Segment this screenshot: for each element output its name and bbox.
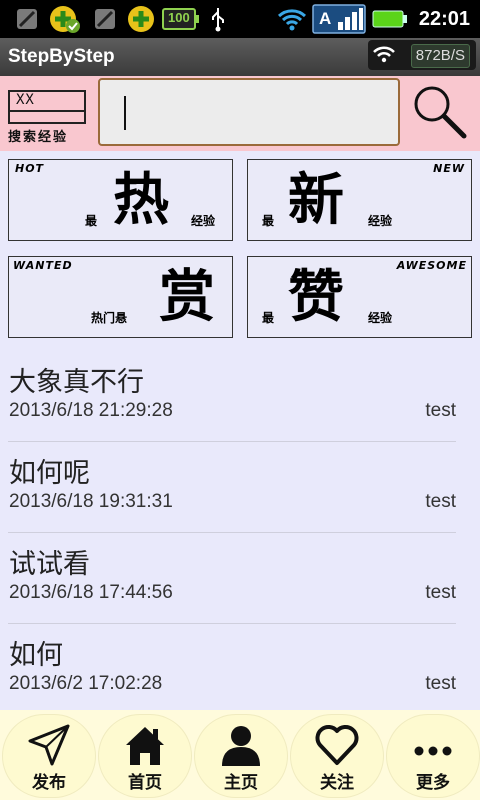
- battery-level-text: 100: [168, 10, 190, 25]
- search-bar: XX 搜索经验: [0, 76, 480, 151]
- network-rate: 872B/S: [410, 44, 470, 68]
- card-icon: XX: [8, 90, 86, 124]
- post-list: 大象真不行 2013/6/18 21:29:28 test 如何呢 2013/6…: [0, 352, 480, 716]
- signal-label: A: [319, 9, 332, 28]
- text-cursor: [124, 96, 126, 130]
- search-logo: XX 搜索经验: [6, 88, 90, 145]
- no-sim-icon: [92, 5, 118, 33]
- nav-more[interactable]: 更多: [386, 714, 480, 798]
- person-icon: [194, 722, 288, 768]
- more-icon: [386, 722, 480, 768]
- list-item[interactable]: 大象真不行 2013/6/18 21:29:28 test: [0, 352, 480, 443]
- nav-publish[interactable]: 发布: [2, 714, 96, 798]
- tile-big-char: 赏: [159, 265, 215, 330]
- bottom-navigation: 发布 首页 主页 关注 更多: [0, 710, 480, 800]
- app-title-bar: StepByStep 872B/S: [0, 38, 480, 76]
- signal-icon: A: [312, 4, 366, 34]
- logo-text: XX: [16, 92, 35, 108]
- home-icon: [98, 722, 192, 768]
- post-date: 2013/6/18 17:44:56: [9, 582, 173, 603]
- divider: [8, 441, 456, 442]
- divider: [8, 532, 456, 533]
- usb-icon: [206, 5, 230, 33]
- list-item[interactable]: 如何呢 2013/6/18 19:31:31 test: [0, 443, 480, 534]
- nav-label: 主页: [224, 773, 258, 793]
- post-date: 2013/6/18 19:31:31: [9, 491, 173, 512]
- post-author: test: [425, 400, 456, 421]
- tile-suffix: 经验: [191, 214, 216, 228]
- network-speed-indicator: 872B/S: [368, 40, 476, 70]
- tile-hot[interactable]: HOT 最 热 经验: [8, 159, 233, 241]
- search-input[interactable]: [98, 78, 400, 146]
- tile-tag: NEW: [433, 162, 465, 175]
- tile-tag: WANTED: [13, 259, 73, 272]
- status-bar: 100 A 22:01: [0, 0, 480, 38]
- divider: [8, 623, 456, 624]
- app-title: StepByStep: [8, 46, 115, 67]
- list-item[interactable]: 试试看 2013/6/18 17:44:56 test: [0, 534, 480, 625]
- clock: 22:01: [418, 8, 470, 30]
- tile-big-char: 新: [288, 168, 344, 233]
- search-icon: [408, 86, 470, 146]
- tile-wanted[interactable]: WANTED 热门悬 赏: [8, 256, 233, 338]
- tile-big-char: 赞: [288, 265, 344, 330]
- post-title: 如何: [9, 640, 63, 671]
- app-update-icon: [46, 5, 82, 33]
- heart-icon: [290, 722, 384, 768]
- send-icon: [2, 722, 96, 768]
- tile-prefix: 热门悬: [91, 311, 128, 325]
- tile-big-char: 热: [113, 168, 169, 233]
- nav-label: 更多: [416, 773, 450, 793]
- search-logo-label: 搜索经验: [8, 130, 69, 145]
- post-title: 如何呢: [9, 458, 90, 489]
- post-author: test: [425, 491, 456, 512]
- nav-profile[interactable]: 主页: [194, 714, 288, 798]
- post-author: test: [425, 582, 456, 603]
- nav-home[interactable]: 首页: [98, 714, 192, 798]
- battery-icon: [372, 5, 408, 33]
- tile-awesome[interactable]: AWESOME 最 赞 经验: [247, 256, 472, 338]
- tile-suffix: 经验: [368, 311, 393, 325]
- list-item[interactable]: 如何 2013/6/2 17:02:28 test: [0, 625, 480, 716]
- nav-label: 发布: [32, 773, 66, 793]
- nav-label: 关注: [320, 773, 354, 793]
- wifi-icon: [372, 44, 396, 68]
- search-button[interactable]: [408, 82, 474, 144]
- tile-tag: AWESOME: [396, 259, 467, 272]
- tile-suffix: 经验: [368, 214, 393, 228]
- post-title: 试试看: [9, 549, 90, 580]
- wifi-icon: [276, 5, 308, 33]
- post-date: 2013/6/18 21:29:28: [9, 400, 173, 421]
- nav-label: 首页: [128, 773, 162, 793]
- tile-new[interactable]: NEW 最 新 经验: [247, 159, 472, 241]
- tile-prefix: 最: [262, 311, 275, 325]
- add-icon: [124, 5, 158, 33]
- battery-100-icon: 100: [162, 5, 200, 33]
- tile-prefix: 最: [85, 214, 98, 228]
- post-author: test: [425, 673, 456, 694]
- post-title: 大象真不行: [9, 367, 144, 398]
- post-date: 2013/6/2 17:02:28: [9, 673, 163, 694]
- no-sim-icon: [14, 5, 40, 33]
- tile-tag: HOT: [15, 162, 45, 175]
- tile-prefix: 最: [262, 214, 275, 228]
- nav-follow[interactable]: 关注: [290, 714, 384, 798]
